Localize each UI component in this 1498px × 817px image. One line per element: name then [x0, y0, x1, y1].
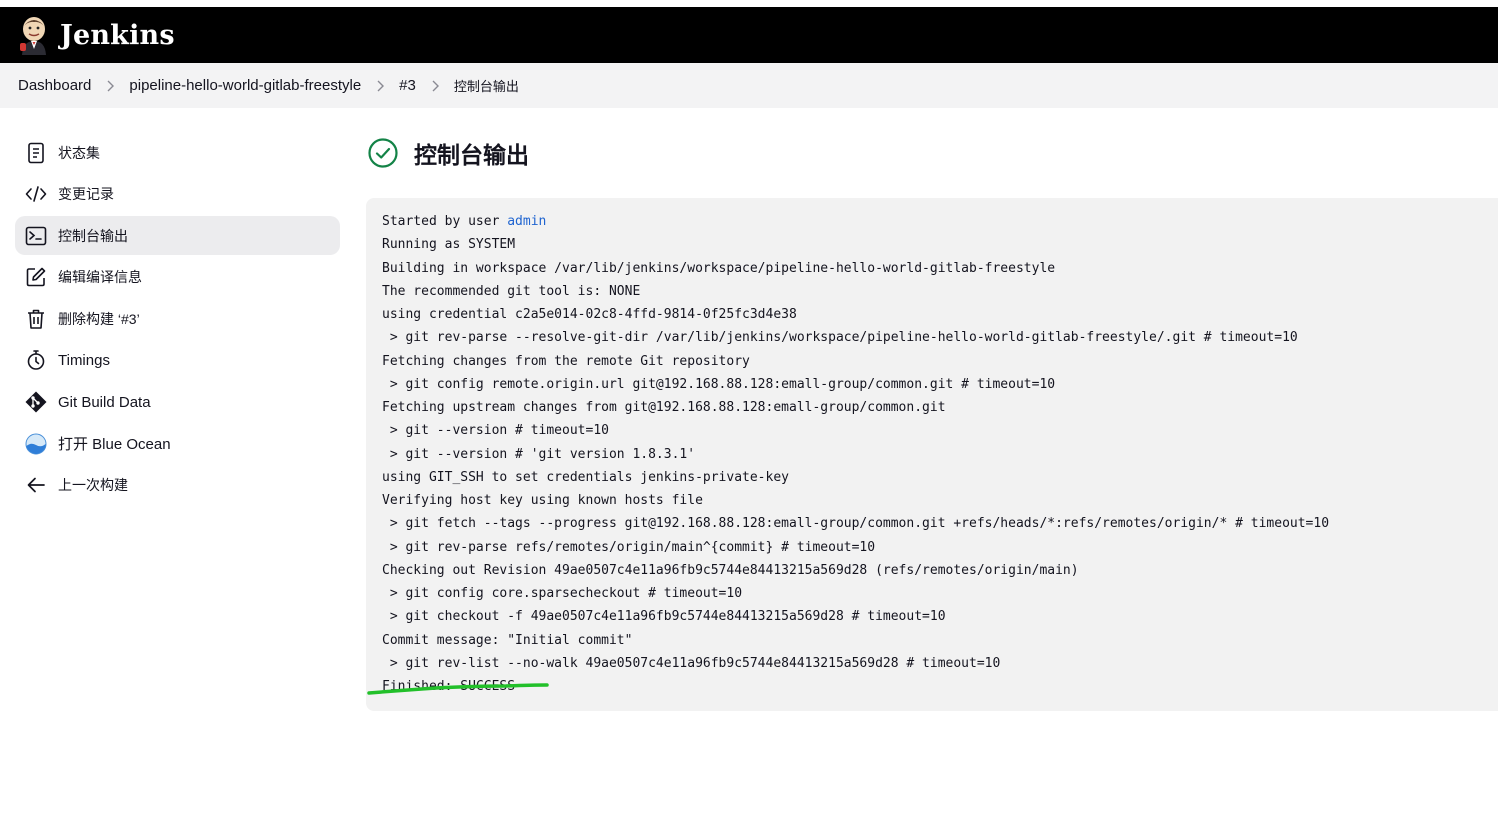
breadcrumb-console[interactable]: 控制台输出 [454, 76, 519, 95]
sidebar-item-blue-ocean[interactable]: 打开 Blue Ocean [15, 424, 340, 463]
arrow-left-icon [25, 474, 47, 496]
sidebar-item-git-build-data[interactable]: Git Build Data [15, 383, 340, 422]
sidebar-item-delete-build[interactable]: 删除构建 ‘#3’ [15, 299, 340, 338]
jenkins-home-link[interactable]: Jenkins [18, 15, 175, 55]
page-title: 控制台输出 [414, 142, 529, 168]
console-line: > git fetch --tags --progress git@192.16… [382, 516, 1330, 532]
sidebar: 状态集 变更记录 控制台输出 编辑编译信息 删除构建 ‘#3’ Timings [15, 133, 340, 507]
sidebar-item-label: 编辑编译信息 [58, 269, 142, 286]
breadcrumb-job[interactable]: pipeline-hello-world-gitlab-freestyle [129, 77, 361, 94]
app-title: Jenkins [60, 19, 175, 51]
console-line: Verifying host key using known hosts fil… [382, 493, 703, 508]
main-content: 控制台输出 [366, 133, 1498, 173]
sidebar-item-edit-info[interactable]: 编辑编译信息 [15, 258, 340, 297]
sidebar-item-label: 删除构建 ‘#3’ [58, 310, 140, 327]
edit-icon [25, 266, 47, 288]
console-line: Running as SYSTEM [382, 237, 516, 253]
sidebar-item-changes[interactable]: 变更记录 [15, 175, 340, 214]
breadcrumb: Dashboard pipeline-hello-world-gitlab-fr… [0, 63, 1498, 108]
git-icon [25, 391, 47, 413]
sidebar-item-label: 变更记录 [58, 186, 114, 203]
console-line: > git rev-list --no-walk 49ae0507c4e11a9… [382, 655, 1001, 671]
console-line: > git rev-parse refs/remotes/origin/main… [382, 539, 876, 555]
sidebar-item-label: 打开 Blue Ocean [58, 436, 171, 454]
console-line: Fetching changes from the remote Git rep… [382, 353, 750, 369]
sidebar-item-label: Timings [58, 351, 110, 369]
console-line: Checking out Revision 49ae0507c4e11a96fb… [382, 562, 1079, 578]
terminal-icon [25, 225, 47, 247]
console-line: > git --version # 'git version 1.8.3.1' [382, 446, 696, 462]
console-user-prefix: Started by user [382, 214, 508, 229]
sidebar-item-label: 状态集 [58, 144, 100, 161]
document-icon [25, 142, 47, 164]
stopwatch-icon [25, 349, 47, 371]
console-line: using credential c2a5e014-02c8-4ffd-9814… [382, 307, 797, 322]
trash-icon [25, 308, 47, 330]
sidebar-item-label: Git Build Data [58, 393, 151, 411]
sidebar-item-console[interactable]: 控制台输出 [15, 216, 340, 256]
console-line: Commit message: "Initial commit" [382, 632, 633, 648]
sidebar-item-timings[interactable]: Timings [15, 341, 340, 380]
sidebar-item-status[interactable]: 状态集 [15, 133, 340, 172]
sidebar-item-label: 控制台输出 [58, 227, 128, 244]
chevron-right-icon [105, 80, 115, 92]
top-strip [0, 0, 1498, 7]
console-line: > git rev-parse --resolve-git-dir /var/l… [382, 330, 1298, 346]
check-circle-icon [368, 138, 398, 168]
user-link-admin[interactable]: admin [507, 214, 546, 229]
breadcrumb-build[interactable]: #3 [399, 77, 416, 94]
header-bar: Jenkins [0, 7, 1498, 63]
console-text: Started by user admin Running as SYSTEM … [366, 198, 1498, 698]
blue-ocean-icon [25, 433, 47, 455]
page-header: 控制台输出 [366, 133, 1498, 173]
console-line-finished: Finished: SUCCESS [382, 679, 516, 694]
console-line: using GIT_SSH to set credentials jenkins… [382, 469, 789, 485]
sidebar-item-previous-build[interactable]: 上一次构建 [15, 466, 340, 505]
code-icon [25, 183, 47, 205]
console-line: Fetching upstream changes from git@192.1… [382, 400, 946, 415]
sidebar-item-label: 上一次构建 [58, 477, 128, 494]
jenkins-logo-icon [20, 17, 46, 55]
console-line: > git config core.sparsecheckout # timeo… [382, 586, 743, 601]
chevron-right-icon [375, 80, 385, 92]
console-line: Building in workspace /var/lib/jenkins/w… [382, 260, 1056, 276]
breadcrumb-dashboard[interactable]: Dashboard [18, 77, 91, 94]
console-line: The recommended git tool is: NONE [382, 283, 641, 299]
console-output: Started by user admin Running as SYSTEM … [366, 198, 1498, 711]
chevron-right-icon [430, 80, 440, 92]
console-line: > git config remote.origin.url git@192.1… [382, 376, 1056, 392]
console-line: > git checkout -f 49ae0507c4e11a96fb9c57… [382, 609, 946, 625]
console-line: > git --version # timeout=10 [382, 423, 609, 439]
